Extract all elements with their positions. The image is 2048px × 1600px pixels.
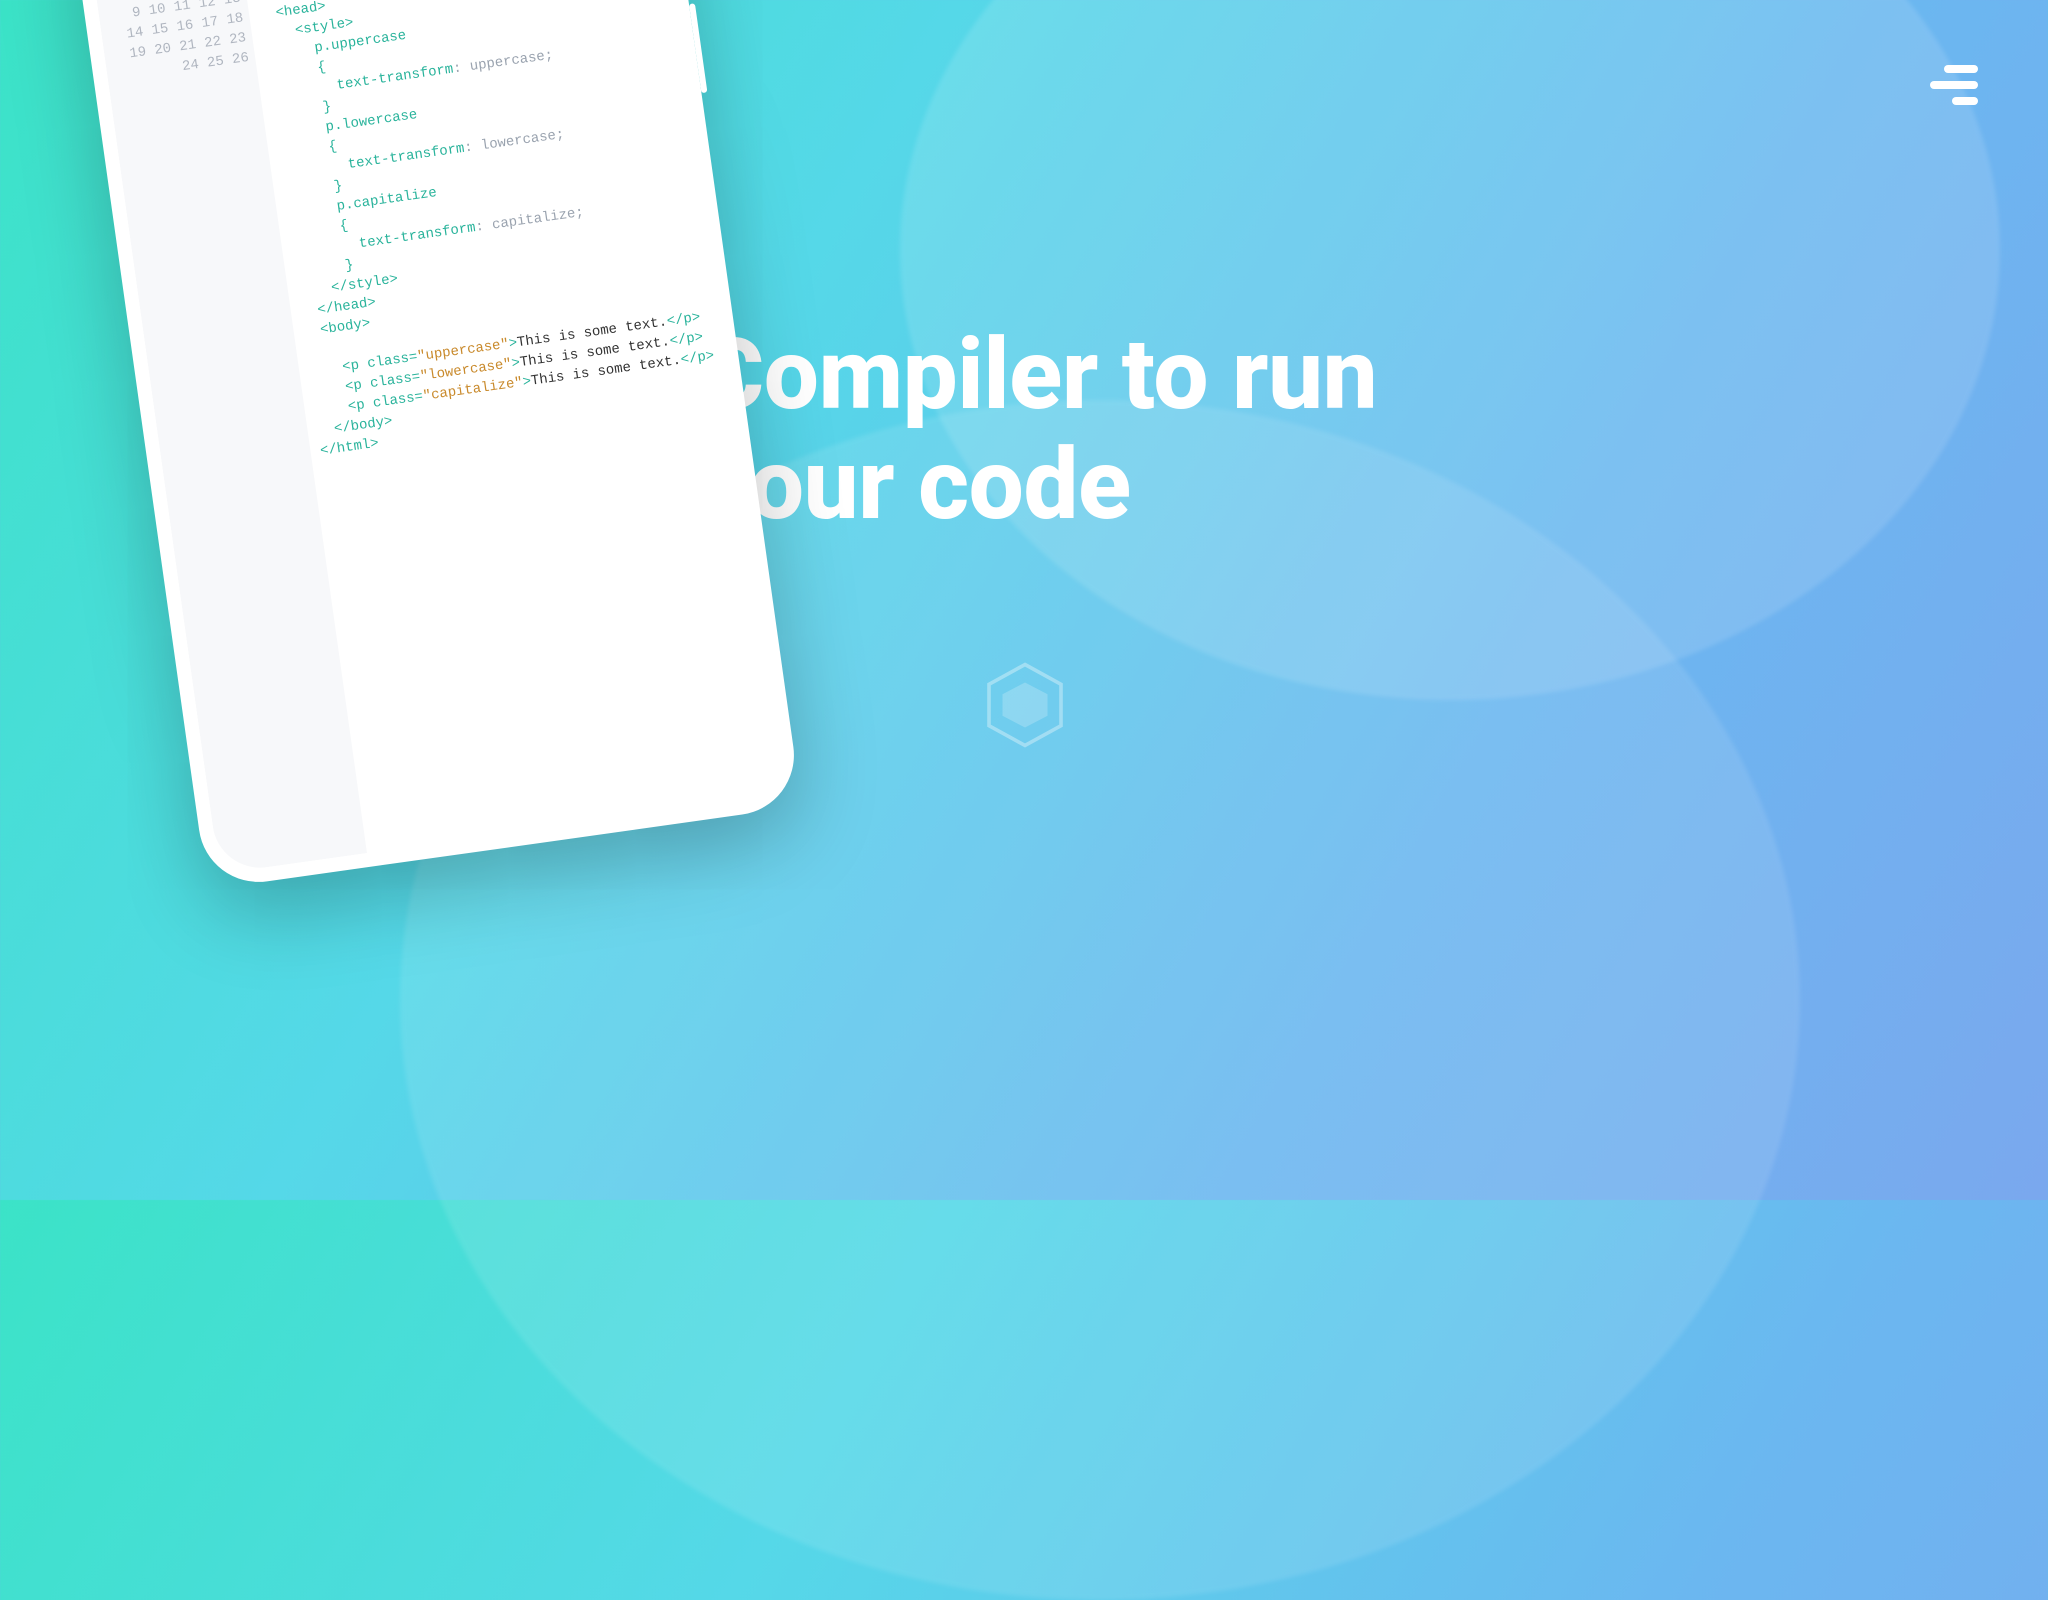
phone-mockup: Index Compiler Programs Cheats Descripti… <box>60 0 802 890</box>
hexagon-icon <box>980 660 1070 750</box>
menu-bar-icon <box>1930 81 1978 89</box>
code-editor[interactable]: 1 2 3 4 5 6 7 8 9 10 11 12 13 14 15 16 1… <box>94 0 786 874</box>
phone-frame: Index Compiler Programs Cheats Descripti… <box>60 0 802 890</box>
hero-headline: Compiler to run your code <box>700 320 1377 540</box>
headline-line: Compiler to run <box>700 317 1377 432</box>
headline-line: your code <box>700 427 1131 542</box>
phone-screen: Index Compiler Programs Cheats Descripti… <box>76 0 786 874</box>
menu-button[interactable] <box>1930 65 1978 105</box>
menu-bar-icon <box>1944 65 1978 73</box>
menu-bar-icon <box>1952 97 1978 105</box>
